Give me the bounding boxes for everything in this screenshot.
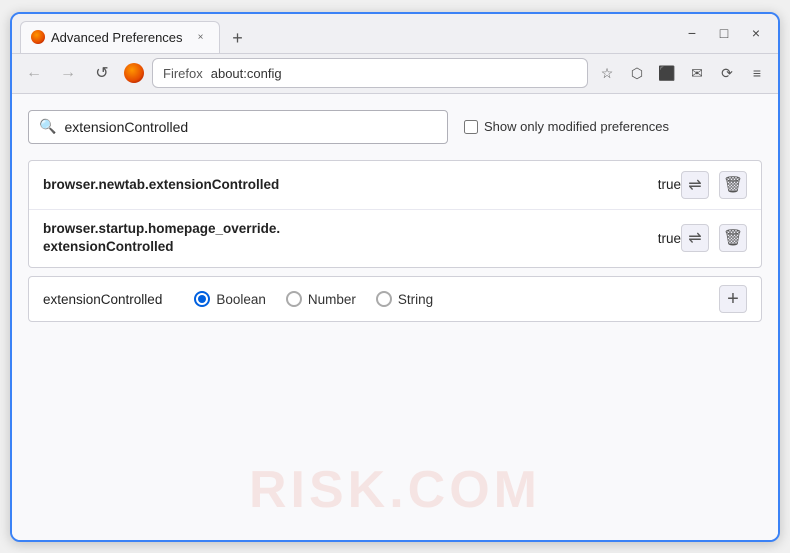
tab-label: Advanced Preferences: [51, 30, 183, 45]
bookmark-icon[interactable]: ☆: [594, 60, 620, 86]
radio-option-number[interactable]: Number: [286, 291, 356, 307]
watermark: RISK.COM: [249, 460, 541, 520]
radio-circle-string: [376, 291, 392, 307]
table-row: browser.newtab.extensionControlled true …: [29, 161, 761, 210]
browser-name-label: Firefox: [163, 66, 203, 81]
menu-icon[interactable]: ≡: [744, 60, 770, 86]
pocket-icon[interactable]: ⬡: [624, 60, 650, 86]
row-actions-2: ⇌ 🗑: [681, 224, 747, 252]
pref-name-2: browser.startup.homepage_override. exten…: [43, 220, 642, 258]
modified-preferences-filter[interactable]: Show only modified preferences: [464, 119, 669, 134]
firefox-logo-icon: [124, 63, 144, 83]
new-pref-name: extensionControlled: [43, 292, 162, 307]
tab-favicon: [31, 30, 45, 44]
addon-icon[interactable]: ⬛: [654, 60, 680, 86]
content-area: 🔍 Show only modified preferences browser…: [12, 94, 778, 540]
active-tab[interactable]: Advanced Preferences ×: [20, 21, 220, 53]
radio-circle-number: [286, 291, 302, 307]
radio-circle-boolean: [194, 291, 210, 307]
close-button[interactable]: ×: [742, 19, 770, 47]
reset-button-1[interactable]: ⇌: [681, 171, 709, 199]
nav-bar: ← → ↺ Firefox about:config ☆ ⬡ ⬛ ✉ ⟳ ≡: [12, 54, 778, 94]
tab-close-button[interactable]: ×: [193, 29, 209, 45]
add-preference-row: extensionControlled Boolean Number Strin…: [28, 276, 762, 322]
search-input[interactable]: [64, 119, 437, 135]
radio-label-boolean: Boolean: [216, 292, 266, 307]
pref-name-1: browser.newtab.extensionControlled: [43, 177, 642, 192]
pref-value-1: true: [642, 177, 681, 192]
radio-label-string: String: [398, 292, 433, 307]
nav-icons-group: ☆ ⬡ ⬛ ✉ ⟳ ≡: [594, 60, 770, 86]
window-controls: − □ ×: [678, 19, 770, 47]
row-actions-1: ⇌ 🗑: [681, 171, 747, 199]
url-display: about:config: [211, 66, 282, 81]
forward-button[interactable]: →: [54, 59, 82, 87]
delete-button-1[interactable]: 🗑: [719, 171, 747, 199]
table-row: browser.startup.homepage_override. exten…: [29, 210, 761, 268]
radio-dot-boolean: [198, 295, 206, 303]
back-button[interactable]: ←: [20, 59, 48, 87]
delete-button-2[interactable]: 🗑: [719, 224, 747, 252]
address-bar[interactable]: Firefox about:config: [152, 58, 588, 88]
pref-value-2: true: [642, 231, 681, 246]
new-tab-button[interactable]: +: [224, 25, 252, 53]
show-modified-checkbox[interactable]: [464, 120, 478, 134]
radio-option-boolean[interactable]: Boolean: [194, 291, 266, 307]
maximize-button[interactable]: □: [710, 19, 738, 47]
results-table: browser.newtab.extensionControlled true …: [28, 160, 762, 269]
search-row: 🔍 Show only modified preferences: [28, 110, 762, 144]
show-modified-label: Show only modified preferences: [484, 119, 669, 134]
browser-window: Advanced Preferences × + − □ × ← → ↺ Fir…: [10, 12, 780, 542]
add-preference-button[interactable]: +: [719, 285, 747, 313]
type-radio-group: Boolean Number String: [194, 291, 703, 307]
search-icon: 🔍: [39, 118, 56, 135]
title-bar: Advanced Preferences × + − □ ×: [12, 14, 778, 54]
mail-icon[interactable]: ✉: [684, 60, 710, 86]
sync-icon[interactable]: ⟳: [714, 60, 740, 86]
radio-label-number: Number: [308, 292, 356, 307]
minimize-button[interactable]: −: [678, 19, 706, 47]
reload-button[interactable]: ↺: [88, 59, 116, 87]
radio-option-string[interactable]: String: [376, 291, 433, 307]
search-box[interactable]: 🔍: [28, 110, 448, 144]
tab-area: Advanced Preferences × +: [20, 14, 678, 53]
reset-button-2[interactable]: ⇌: [681, 224, 709, 252]
